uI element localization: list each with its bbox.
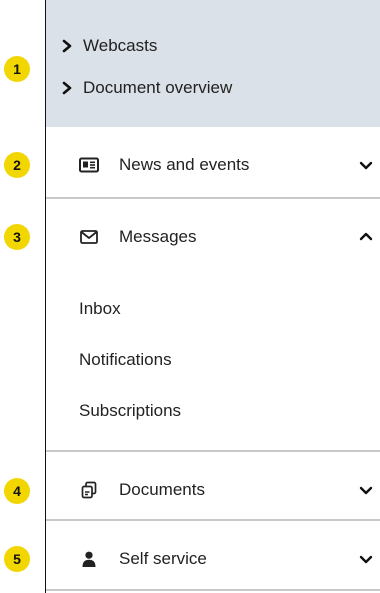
section-divider: [46, 197, 380, 199]
menu-section-self-service[interactable]: Self service: [46, 525, 380, 593]
submenu-item-label: Webcasts: [83, 36, 158, 55]
callout-badge-1: 1: [4, 56, 30, 82]
messages-child-subscriptions[interactable]: Subscriptions: [79, 401, 181, 421]
envelope-icon: [79, 227, 99, 247]
menu-section-label: Messages: [119, 227, 197, 246]
menu-section-label: Documents: [119, 480, 205, 499]
chevron-up-icon: [359, 232, 373, 241]
menu-section-messages[interactable]: Messages: [46, 203, 380, 271]
section-divider: [46, 450, 380, 452]
menu-section-label: News and events: [119, 155, 250, 174]
messages-child-notifications[interactable]: Notifications: [79, 350, 172, 370]
callout-badge-2: 2: [4, 152, 30, 178]
messages-child-inbox[interactable]: Inbox: [79, 299, 121, 319]
navigation-menu: Webcasts Document overview News and even…: [45, 0, 380, 593]
section-divider: [46, 589, 380, 591]
documents-icon: [79, 480, 99, 500]
callout-badge-4: 4: [4, 478, 30, 504]
menu-section-label: Self service: [119, 549, 207, 568]
chevron-down-icon: [359, 161, 373, 170]
callout-badge-3: 3: [4, 224, 30, 250]
chevron-right-icon: [62, 39, 72, 53]
chevron-down-icon: [359, 555, 373, 564]
menu-section-news-and-events[interactable]: News and events: [46, 131, 380, 199]
chevron-right-icon: [62, 81, 72, 95]
chevron-down-icon: [359, 486, 373, 495]
submenu-block: Webcasts Document overview: [46, 0, 380, 127]
submenu-item-webcasts[interactable]: Webcasts: [60, 36, 157, 56]
callout-badge-5: 5: [4, 546, 30, 572]
submenu-item-document-overview[interactable]: Document overview: [60, 78, 232, 98]
person-icon: [79, 549, 99, 569]
submenu-item-label: Document overview: [83, 78, 233, 97]
newspaper-icon: [79, 155, 99, 175]
menu-section-documents[interactable]: Documents: [46, 456, 380, 524]
menu-screenshot: 1 2 3 4 5 Webcasts Document overview New…: [0, 0, 380, 593]
section-divider: [46, 519, 380, 521]
